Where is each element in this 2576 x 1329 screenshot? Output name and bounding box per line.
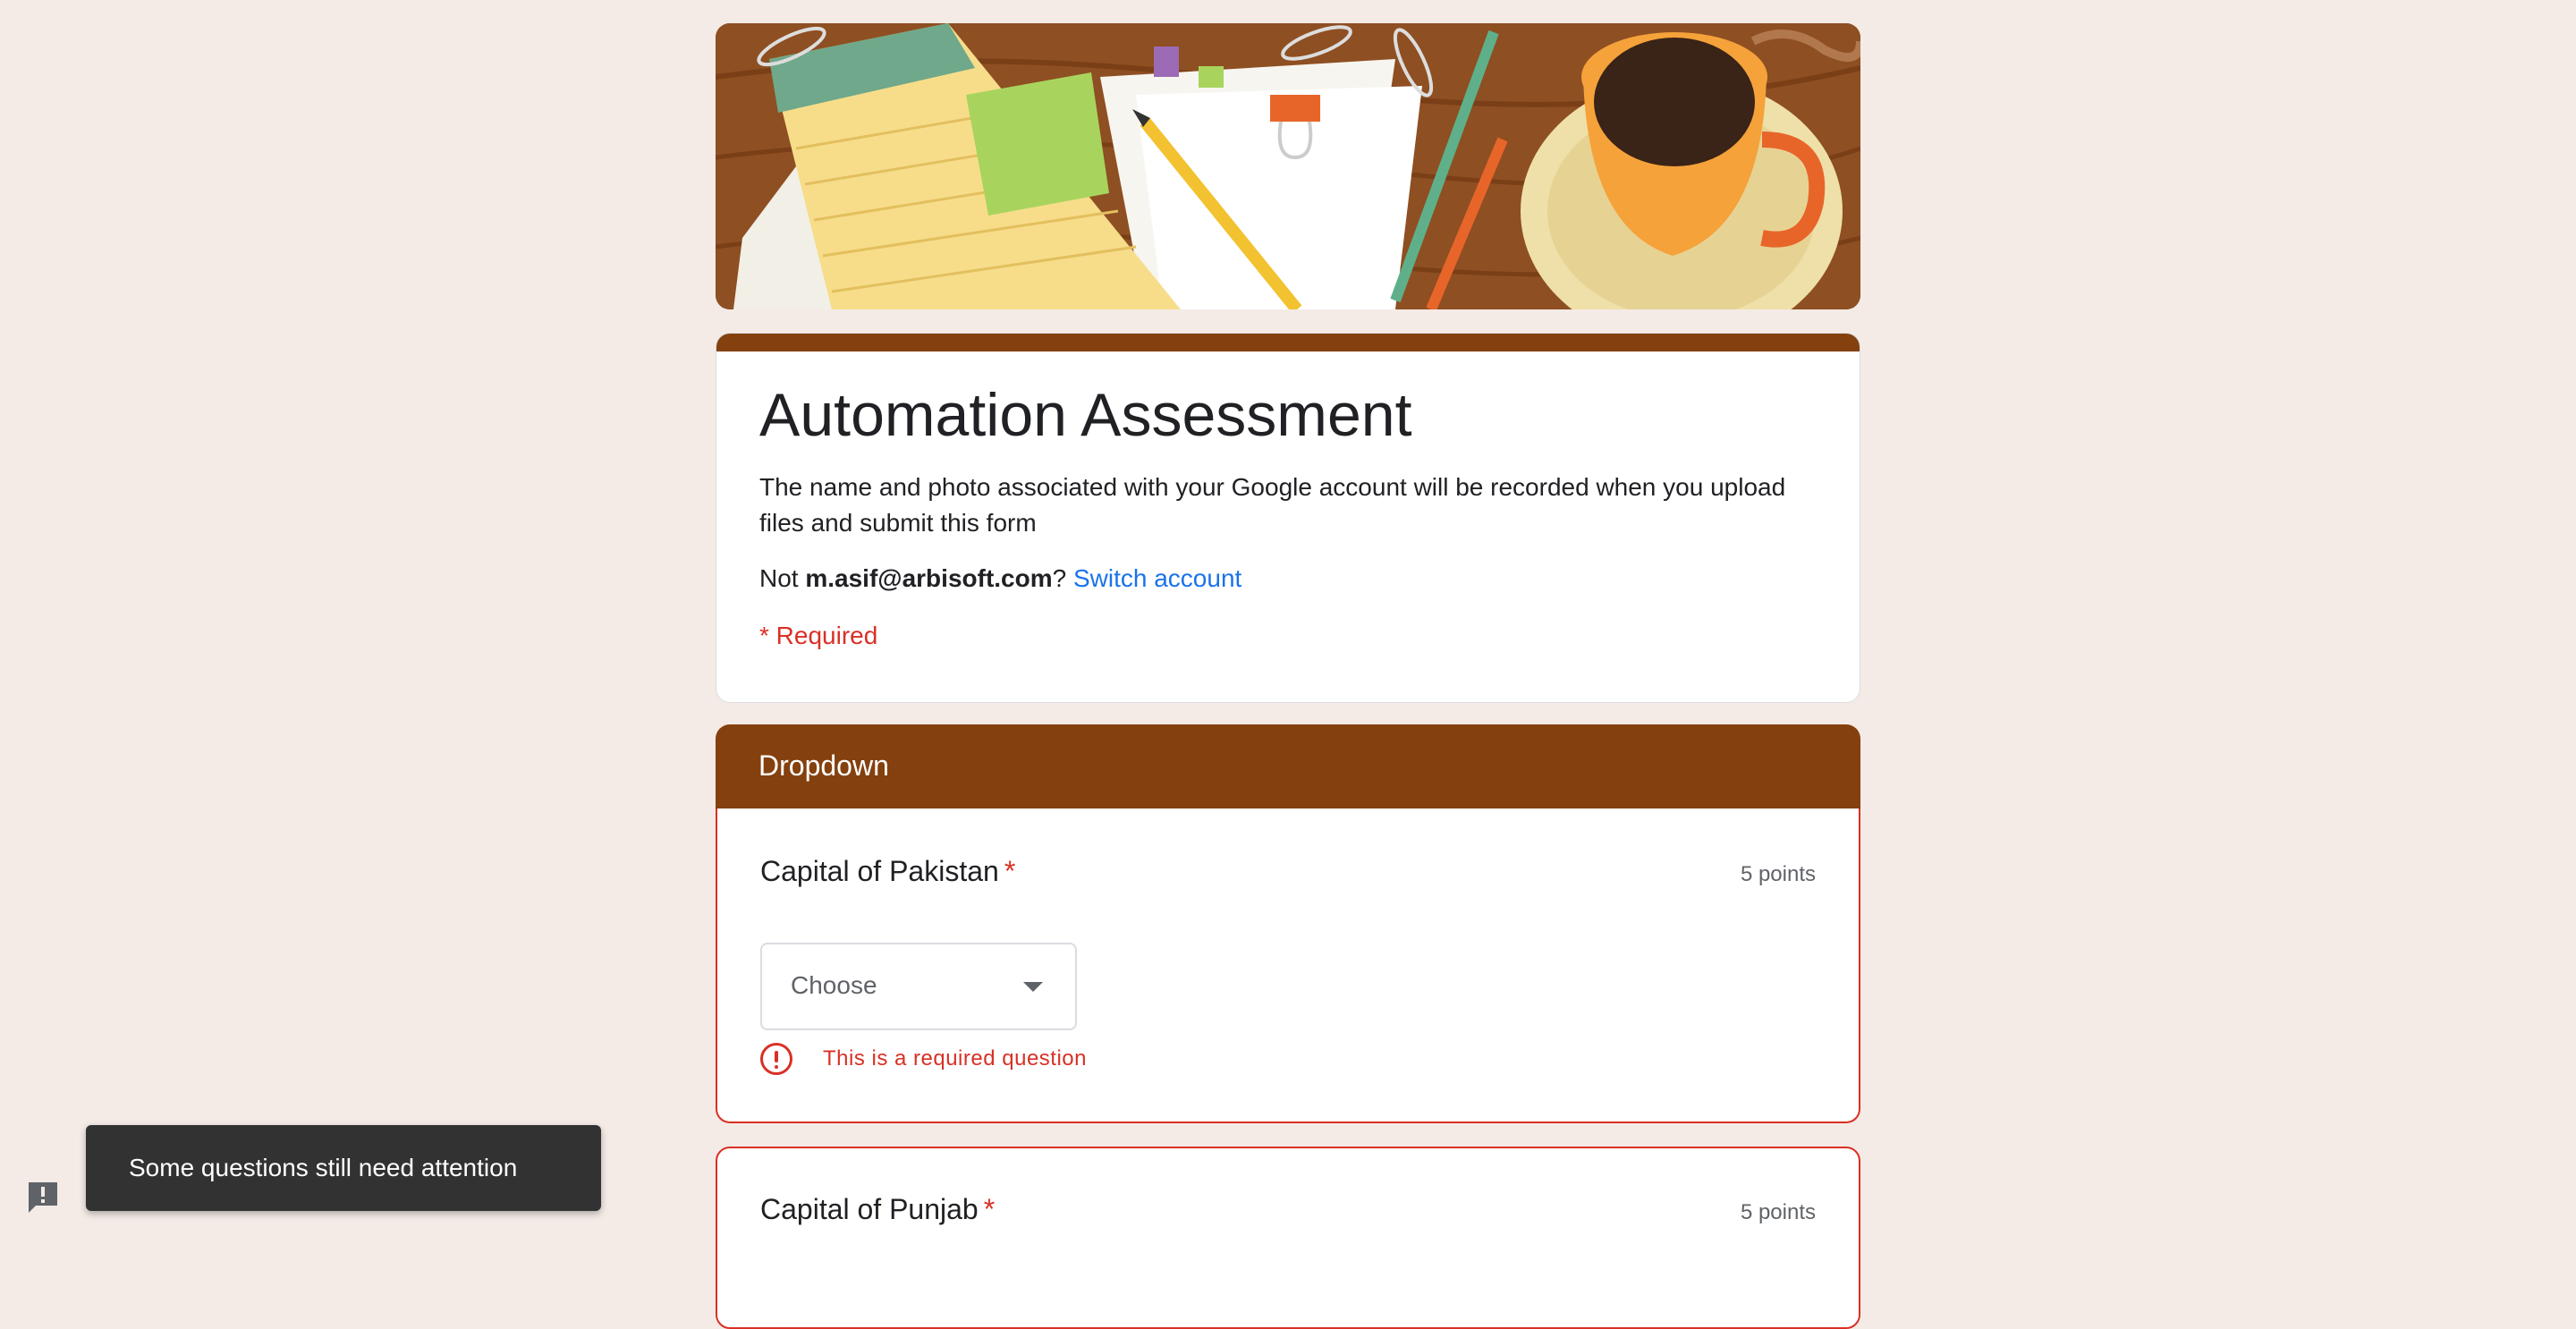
question-points: 5 points bbox=[1740, 862, 1816, 886]
section-title: Dropdown bbox=[758, 749, 889, 782]
question-card-capital-of-punjab: Capital of Punjab * 5 points bbox=[716, 1147, 1860, 1329]
validation-error: This is a required question bbox=[760, 1039, 1087, 1079]
snackbar-toast: Some questions still need attention bbox=[86, 1125, 601, 1211]
required-asterisk: * bbox=[1004, 855, 1016, 887]
header-banner-image bbox=[716, 23, 1860, 309]
question-title-text: Capital of Punjab bbox=[760, 1193, 979, 1225]
form-header-card: Automation Assessment The name and photo… bbox=[716, 333, 1860, 703]
error-message: This is a required question bbox=[823, 1046, 1087, 1071]
required-note: * Required bbox=[759, 622, 878, 649]
caret-down-icon bbox=[1023, 982, 1043, 992]
choose-dropdown[interactable]: Choose bbox=[760, 943, 1077, 1030]
account-line: Not m.asif@arbisoft.com? Switch account bbox=[759, 561, 1241, 597]
theme-color-stripe bbox=[716, 334, 1860, 351]
question-title: Capital of Punjab * bbox=[760, 1193, 995, 1226]
section-header: Dropdown bbox=[716, 724, 1860, 810]
account-suffix: ? bbox=[1052, 564, 1073, 592]
toast-message: Some questions still need attention bbox=[129, 1154, 518, 1181]
question-title: Capital of Pakistan * bbox=[760, 855, 1015, 888]
required-asterisk: * bbox=[983, 1193, 996, 1225]
question-card-capital-of-pakistan: Capital of Pakistan * 5 points Choose Thi… bbox=[716, 808, 1860, 1123]
report-feedback-icon[interactable] bbox=[25, 1179, 61, 1215]
switch-account-link[interactable]: Switch account bbox=[1073, 564, 1241, 592]
question-points: 5 points bbox=[1740, 1200, 1816, 1224]
question-title-text: Capital of Pakistan bbox=[760, 855, 999, 887]
account-email: m.asif@arbisoft.com bbox=[805, 564, 1053, 592]
error-circle-icon bbox=[760, 1043, 792, 1075]
account-prefix: Not bbox=[759, 564, 806, 592]
form-description: The name and photo associated with your … bbox=[759, 473, 1786, 537]
form-title: Automation Assessment bbox=[759, 381, 1412, 449]
dropdown-placeholder: Choose bbox=[791, 971, 877, 999]
